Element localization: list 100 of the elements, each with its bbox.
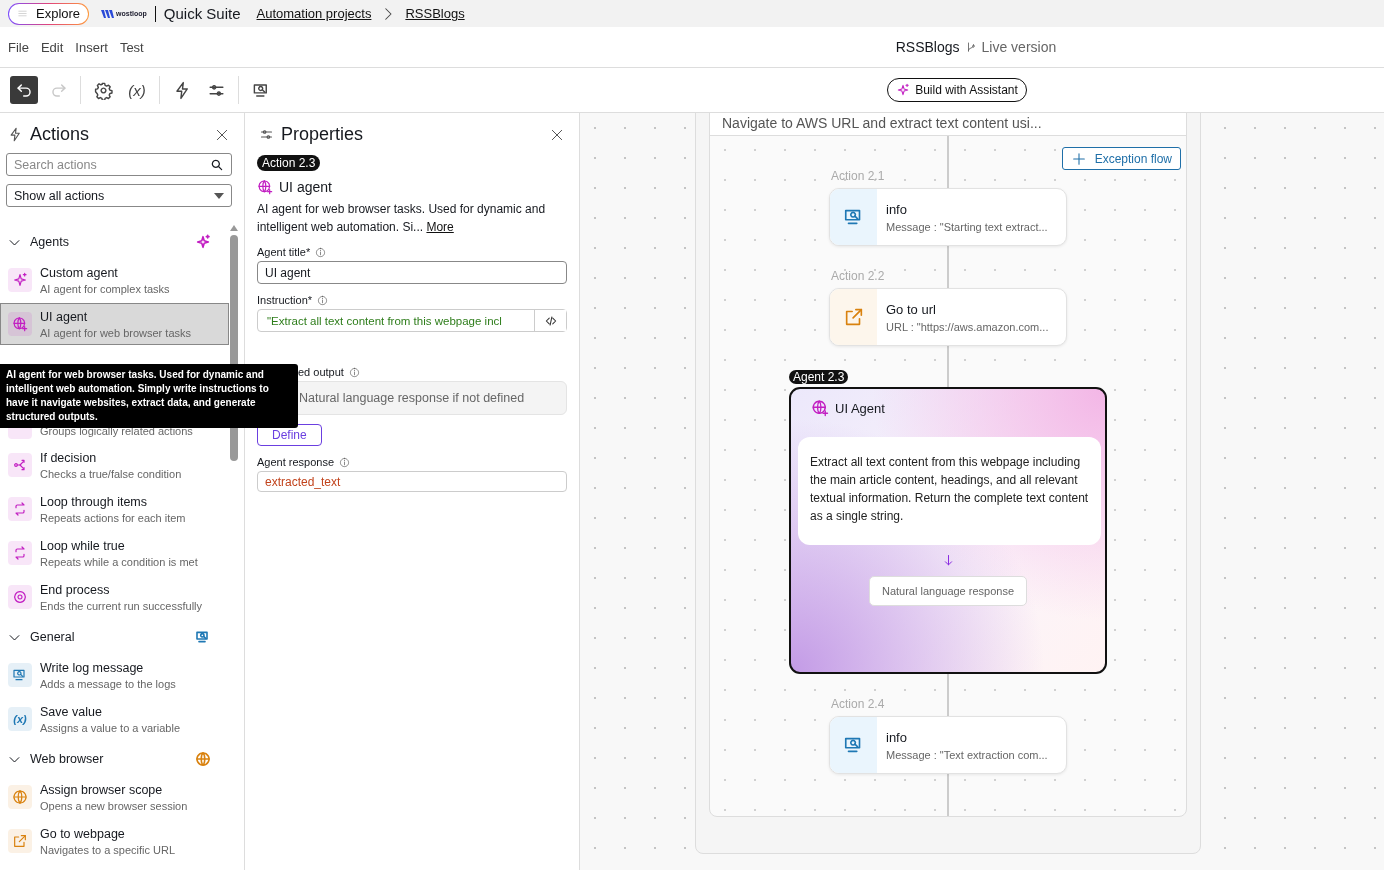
globe-plus-icon [12, 316, 28, 332]
action-title: Go to webpage [40, 826, 126, 841]
action-item[interactable]: UI agent AI agent for web browser tasks [0, 303, 229, 345]
action-title: Loop while true [40, 538, 126, 553]
field-label: Agent response [257, 456, 335, 468]
globe-plus-icon [257, 179, 273, 195]
menu-item[interactable]: Edit [40, 39, 64, 55]
info-icon [315, 246, 327, 258]
variables-button[interactable]: (x) [123, 76, 151, 104]
logo-icon [101, 8, 116, 19]
node-title: Go to url [886, 301, 937, 317]
search-field[interactable]: Search actions [6, 153, 232, 176]
action-description: Groups logically related actions [40, 425, 193, 437]
globe-plus-icon [811, 399, 829, 417]
action-item[interactable]: Custom agent AI agent for complex tasks [0, 259, 229, 301]
tooltip: AI agent for web browser tasks. Used for dynamic and intelligent web automation. Simply write instructions to have it navigate websites, extract data, and generate structured outputs. [0, 364, 298, 428]
action-title: Loop through items [40, 494, 148, 509]
document-title: RSSBlogs [895, 39, 960, 55]
globe-icon [12, 789, 28, 805]
action-title: Assign browser scope [40, 782, 164, 797]
action-item[interactable]: (x) Save value Assigns a value to a variable [0, 698, 229, 740]
action-description: AI agent for web browser tasks [40, 326, 191, 339]
action-description: Adds a message to the logs [40, 677, 176, 690]
node-label: Action 2.1 [831, 169, 885, 183]
settings-icon [93, 80, 113, 100]
panel-title: Actions [30, 124, 90, 145]
action-description: Navigates to a specific URL [40, 843, 176, 856]
action-description: Opens a new browser session [40, 799, 188, 812]
input-field[interactable]: extracted_text [257, 471, 567, 492]
plus-icon [1070, 150, 1087, 167]
action-name: UI agent [279, 179, 332, 195]
action-description: AI agent for web browser tasks. Used for dynamic and intelligent web automation. Si... More [257, 201, 547, 236]
exception-flow-button[interactable]: Exception flow [1061, 147, 1181, 170]
node-title: info [886, 201, 908, 217]
breadcrumb-link[interactable]: RSSBlogs [405, 6, 465, 21]
action-title: Custom agent [40, 265, 119, 280]
menu-item[interactable]: Test [119, 39, 144, 55]
field-label: Agent title* [257, 246, 311, 258]
node-label: Agent 2.3 [789, 370, 849, 384]
branch-icon [12, 457, 28, 473]
action-description: Checks a true/false condition [40, 467, 182, 480]
step-card[interactable]: info Message : "Text extraction com... [829, 716, 1067, 774]
filter-dropdown[interactable]: Show all actions [6, 184, 232, 207]
action-item[interactable]: Assign browser scope Opens a new browser session [0, 776, 229, 818]
action-item[interactable]: End process Ends the current run successfully [0, 576, 229, 618]
search-icon [210, 157, 224, 172]
field-label: ed output [298, 366, 344, 378]
scope-title: Navigate to AWS URL and extract text content usi... [722, 115, 1042, 131]
field-label: Instruction* [257, 294, 313, 306]
action-description: Assigns a value to a variable [40, 721, 181, 734]
build-with-assistant-button[interactable]: Build with Assistant [887, 78, 1027, 102]
more-link[interactable]: More [426, 220, 454, 234]
menu-item[interactable]: File [8, 39, 29, 55]
section-header[interactable]: Web browser [0, 742, 229, 776]
action-item[interactable]: Loop while true Repeats while a condition is met [0, 532, 229, 574]
node-detail: Message : "Text extraction com... [886, 748, 1048, 761]
action-description: AI agent for complex tasks [40, 282, 170, 295]
action-description: Repeats while a condition is met [40, 555, 198, 568]
sliders-icon [259, 127, 274, 142]
node-label: Action 2.2 [831, 269, 885, 283]
caret-down-icon [214, 192, 224, 199]
action-item[interactable]: Go to webpage Navigates to a specific URL [0, 820, 229, 862]
prompt-text: Extract all text content from this webpage including the main article content, headings, and all relevant textual information. Return the complete text content as a single string. [798, 437, 1101, 545]
node-detail: Message : "Starting text extract... [886, 220, 1048, 233]
loop-icon [12, 545, 28, 561]
step-card[interactable]: info Message : "Starting text extract... [829, 188, 1067, 246]
sparkle-icon [12, 272, 28, 288]
node-label: Action 2.4 [831, 697, 885, 711]
info-icon [339, 456, 351, 468]
node-title: info [886, 729, 908, 745]
menu-item[interactable]: Insert [75, 39, 108, 55]
step-card[interactable]: Go to url URL : "https://aws.amazon.com... [829, 288, 1067, 346]
info-icon [348, 366, 360, 378]
agent-card[interactable] [789, 387, 1107, 674]
undo-button[interactable] [10, 76, 38, 104]
loop-icon [12, 501, 28, 517]
action-title: Save value [40, 704, 103, 719]
action-title: End process [40, 582, 111, 597]
node-detail: URL : "https://aws.amazon.com... [886, 320, 1049, 333]
action-item[interactable]: Loop through items Repeats actions for each item [0, 488, 229, 530]
sparkle-icon [896, 83, 911, 97]
variable-icon: (x) [13, 713, 27, 725]
output-pill: Natural language response [868, 576, 1028, 606]
info-icon [317, 294, 329, 306]
section-header[interactable]: Agents [0, 225, 229, 259]
section-header[interactable]: General [0, 620, 229, 654]
input-field[interactable]: UI agent [257, 261, 567, 284]
breadcrumb-link[interactable]: Automation projects [256, 6, 372, 21]
explore-button[interactable]: Explore [8, 2, 90, 25]
scroll-up-icon[interactable] [230, 225, 238, 231]
menu-icon [17, 8, 28, 19]
action-item[interactable]: If decision Checks a true/false condition [0, 444, 229, 486]
stop-icon [12, 589, 28, 605]
action-badge: Action 2.3 [257, 155, 321, 171]
panel-title: Properties [281, 124, 364, 145]
action-item[interactable]: Write log message Adds a message to the logs [0, 654, 229, 696]
node-title: UI Agent [835, 400, 885, 416]
monitor-search-icon [12, 667, 28, 683]
action-title: UI agent [40, 309, 89, 324]
lightning-icon [8, 127, 23, 142]
